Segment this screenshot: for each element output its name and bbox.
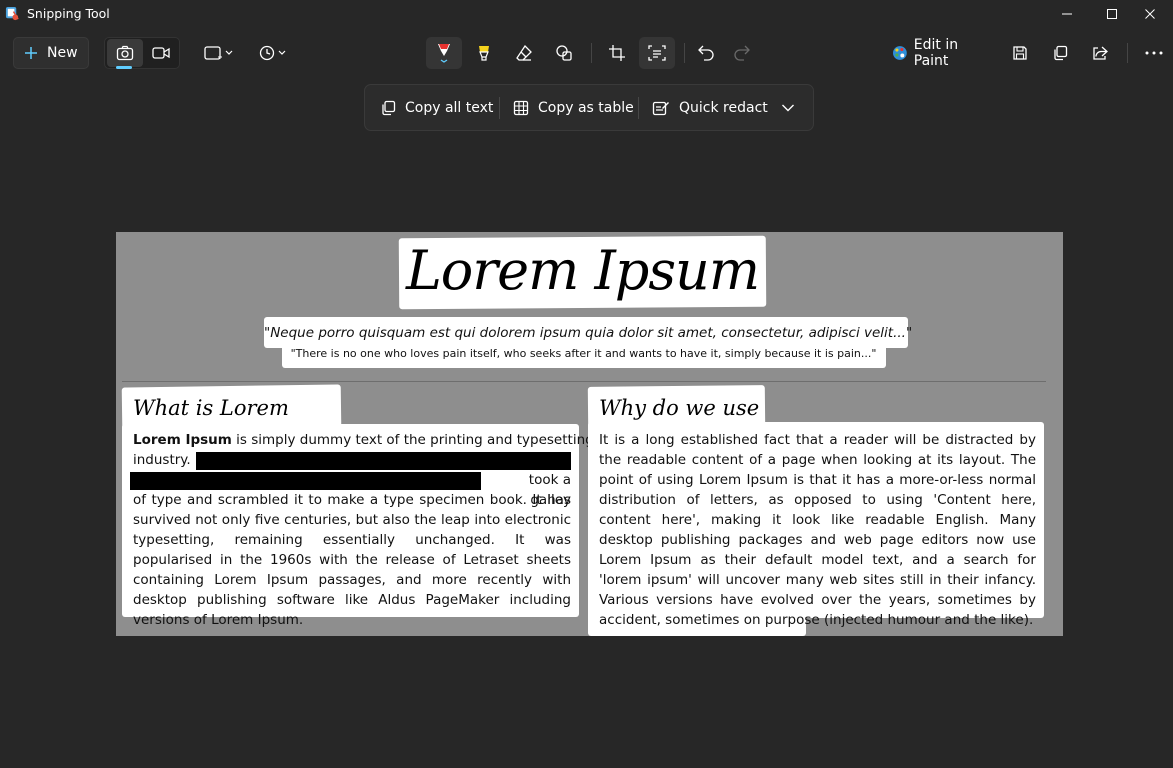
new-snip-label: New xyxy=(47,45,78,61)
capture-title[interactable]: Lorem Ipsum xyxy=(399,238,766,304)
copy-all-text-button[interactable]: Copy all text xyxy=(380,93,493,123)
crop-icon xyxy=(609,45,625,61)
video-mode-button[interactable] xyxy=(143,39,179,67)
ballpoint-pen-tool[interactable] xyxy=(426,37,462,69)
redaction-box xyxy=(196,452,571,470)
undo-button[interactable] xyxy=(688,37,724,69)
share-button[interactable] xyxy=(1082,37,1118,69)
close-icon xyxy=(1145,9,1155,19)
toolbar-separator xyxy=(591,43,592,63)
eraser-icon xyxy=(516,44,532,61)
bold-lead: Lorem Ipsum xyxy=(133,432,232,448)
maximize-icon xyxy=(1107,9,1117,19)
redo-button[interactable] xyxy=(724,37,760,69)
chevron-down-icon xyxy=(782,104,794,112)
text-actions-bar: Copy all text Copy as table Quick redact xyxy=(364,84,814,131)
quick-redact-label: Quick redact xyxy=(679,100,768,116)
captured-screenshot: Lorem Ipsum "Neque porro quisquam est qu… xyxy=(116,232,1063,636)
redact-options-dropdown[interactable] xyxy=(781,93,795,123)
toolbar-separator xyxy=(1127,43,1128,63)
edit-in-paint-button[interactable]: Edit in Paint xyxy=(886,37,996,69)
left-body-paragraph[interactable]: of type and scrambled it to make a type … xyxy=(133,490,571,630)
pen-icon xyxy=(438,44,450,63)
minimize-icon xyxy=(1062,13,1072,15)
highlighter-tool[interactable] xyxy=(466,37,502,69)
delay-dropdown[interactable] xyxy=(253,37,295,69)
highlighter-icon xyxy=(479,46,489,61)
copy-all-text-label: Copy all text xyxy=(405,100,494,116)
snip-shape-dropdown[interactable] xyxy=(198,37,240,69)
title-bar: Snipping Tool xyxy=(0,0,1173,28)
copy-icon xyxy=(382,100,396,116)
capture-quote-plain[interactable]: "There is no one who loves pain itself, … xyxy=(282,345,885,367)
copy-icon xyxy=(1054,45,1068,61)
screenshot-mode-button[interactable] xyxy=(107,39,143,67)
toolbar: New Edit in Paint xyxy=(0,30,1173,76)
more-options-button[interactable] xyxy=(1136,37,1172,69)
close-button[interactable] xyxy=(1127,0,1173,28)
copy-button[interactable] xyxy=(1042,37,1078,69)
shapes-tool[interactable] xyxy=(546,37,582,69)
clock-icon xyxy=(259,45,286,61)
snipping-tool-app-icon xyxy=(5,6,19,21)
right-body-paragraph[interactable]: It is a long established fact that a rea… xyxy=(599,430,1036,630)
active-mode-indicator xyxy=(116,66,132,69)
minimize-button[interactable] xyxy=(1044,0,1090,28)
text-actions-icon xyxy=(648,45,666,61)
undo-icon xyxy=(698,45,714,61)
share-icon xyxy=(1093,46,1108,60)
toolbar-separator xyxy=(684,43,685,63)
video-camera-icon xyxy=(152,47,170,59)
action-separator xyxy=(499,97,500,119)
redaction-box xyxy=(130,472,481,490)
plus-icon xyxy=(25,47,37,59)
paint-palette-icon xyxy=(892,46,907,60)
right-section-heading[interactable]: Why do we use it? xyxy=(588,386,765,464)
edit-in-paint-label: Edit in Paint xyxy=(913,37,959,69)
capture-mode-group xyxy=(104,37,180,69)
left-line1-rest: is simply dummy text of the printing and… xyxy=(231,432,594,448)
save-icon xyxy=(1013,46,1027,60)
section-divider xyxy=(122,381,1046,382)
copy-as-table-label: Copy as table xyxy=(538,100,634,116)
left-section-heading[interactable]: What is Lorem Ipsum? xyxy=(122,386,341,464)
new-snip-button[interactable]: New xyxy=(13,37,89,69)
ellipsis-icon xyxy=(1145,51,1163,55)
window-title: Snipping Tool xyxy=(27,6,110,21)
text-actions-tool[interactable] xyxy=(639,37,675,69)
shapes-icon xyxy=(556,45,572,61)
copy-as-table-button[interactable]: Copy as table xyxy=(513,93,634,123)
rectangle-snip-icon xyxy=(204,46,233,60)
eraser-tool[interactable] xyxy=(506,37,542,69)
quick-redact-button[interactable]: Quick redact xyxy=(652,93,768,123)
camera-icon xyxy=(116,45,134,61)
action-separator xyxy=(638,97,639,119)
table-icon xyxy=(513,100,529,116)
save-button[interactable] xyxy=(1002,37,1038,69)
capture-quote-italic[interactable]: "Neque porro quisquam est qui dolorem ip… xyxy=(264,318,912,348)
redo-icon xyxy=(734,45,750,61)
crop-tool[interactable] xyxy=(599,37,635,69)
left-body-line1[interactable]: Lorem Ipsum is simply dummy text of the … xyxy=(133,430,594,450)
redact-icon xyxy=(652,101,669,116)
